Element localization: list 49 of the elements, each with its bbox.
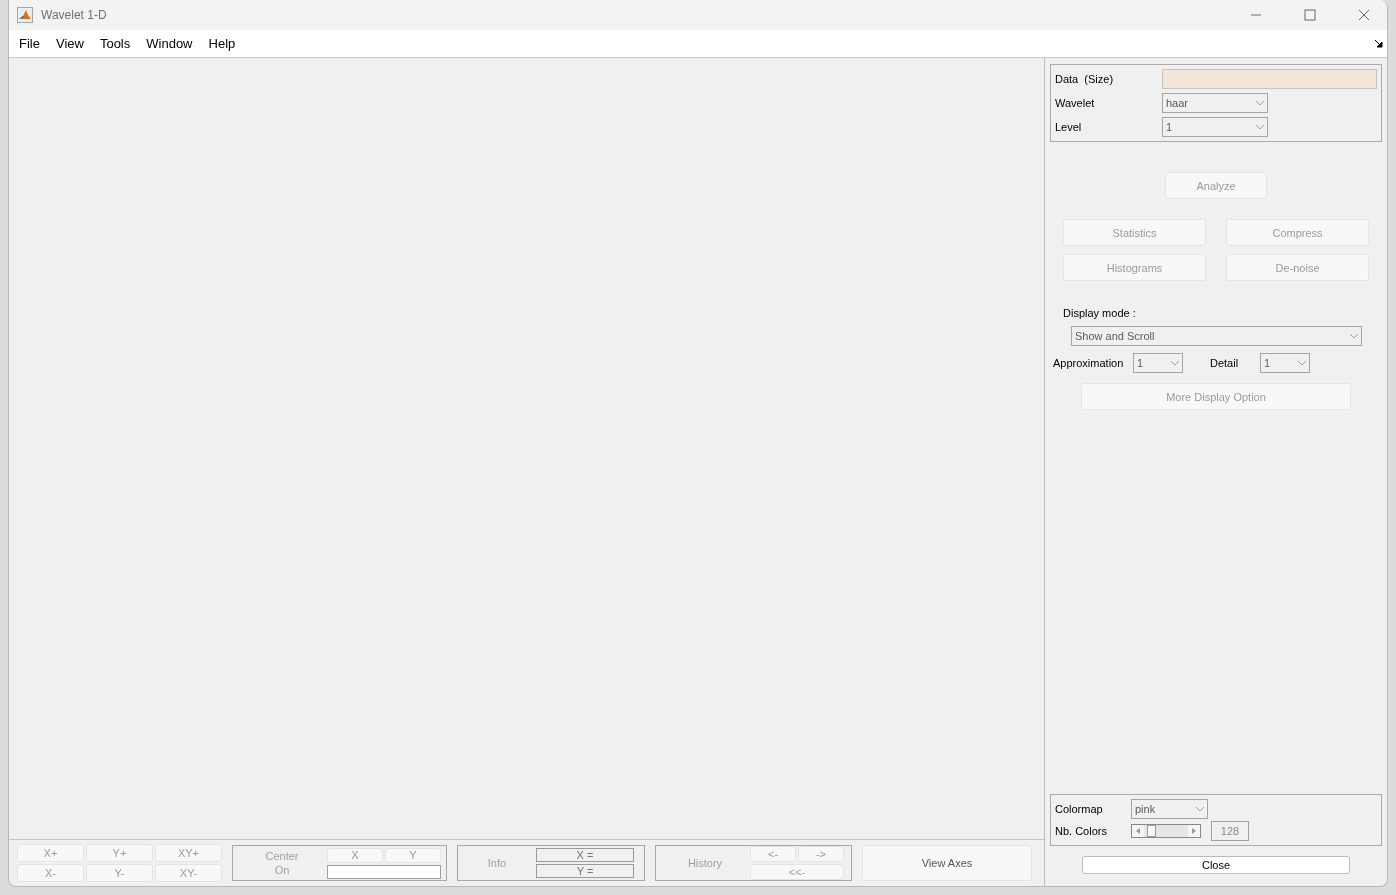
- history-back-button[interactable]: <-: [750, 846, 796, 862]
- colormap-label: Colormap: [1055, 803, 1104, 815]
- menu-item[interactable]: Window: [138, 36, 201, 51]
- right-arrow-icon[interactable]: [1192, 828, 1196, 834]
- display-mode-dropdown[interactable]: Show and Scroll: [1071, 326, 1362, 346]
- nb-colors-label: Nb. Colors: [1055, 825, 1108, 837]
- menu-item[interactable]: Help: [200, 36, 244, 51]
- view-axes-button[interactable]: View Axes: [862, 845, 1032, 881]
- menu-item[interactable]: View: [47, 36, 92, 51]
- history-label: History: [687, 856, 723, 870]
- level-label: Level: [1055, 121, 1083, 133]
- data-size-label: Data (Size): [1055, 73, 1115, 85]
- center-input-field[interactable]: [327, 864, 441, 879]
- caret-icon: [1349, 333, 1359, 339]
- caret-icon: [1195, 806, 1205, 812]
- wavelet-dropdown[interactable]: haar: [1162, 93, 1268, 113]
- x-readout: X =: [536, 848, 634, 862]
- approximation-dropdown[interactable]: 1: [1133, 353, 1183, 373]
- detail-label: Detail: [1210, 357, 1240, 369]
- caret-icon: [1297, 360, 1307, 366]
- info-label: Info: [487, 856, 507, 870]
- history-first-button[interactable]: <<-: [750, 864, 844, 880]
- caret-icon: [1255, 100, 1265, 106]
- display-mode-label: Display mode :: [1063, 307, 1137, 319]
- level-dropdown[interactable]: 1: [1162, 117, 1268, 137]
- window-title: Wavelet 1-D: [41, 8, 108, 22]
- close-button[interactable]: Close: [1082, 856, 1350, 874]
- on-label: On: [274, 863, 290, 877]
- maximize-icon: [1304, 9, 1316, 21]
- approximation-label: Approximation: [1053, 357, 1125, 369]
- app-logo-icon: [17, 7, 33, 23]
- y-readout: Y =: [536, 864, 634, 878]
- caret-icon: [1170, 360, 1180, 366]
- left-arrow-icon[interactable]: [1136, 828, 1140, 834]
- dock-arrow-icon[interactable]: [1375, 39, 1383, 48]
- menu-item[interactable]: Tools: [91, 36, 139, 51]
- wavelet-label: Wavelet: [1055, 97, 1096, 109]
- menu-item[interactable]: File: [11, 36, 48, 51]
- detail-dropdown[interactable]: 1: [1260, 353, 1310, 373]
- slider-thumb[interactable]: [1146, 825, 1156, 837]
- center-y-button[interactable]: Y: [385, 847, 441, 863]
- colormap-dropdown[interactable]: pink: [1131, 799, 1208, 819]
- nb-colors-value: 128: [1211, 821, 1249, 841]
- center-x-button[interactable]: X: [327, 847, 383, 863]
- caret-icon: [1255, 124, 1265, 130]
- nb-colors-slider[interactable]: [1131, 824, 1201, 838]
- close-icon: [1358, 9, 1370, 21]
- center-label: Center: [265, 849, 299, 863]
- history-forward-button[interactable]: ->: [798, 846, 844, 862]
